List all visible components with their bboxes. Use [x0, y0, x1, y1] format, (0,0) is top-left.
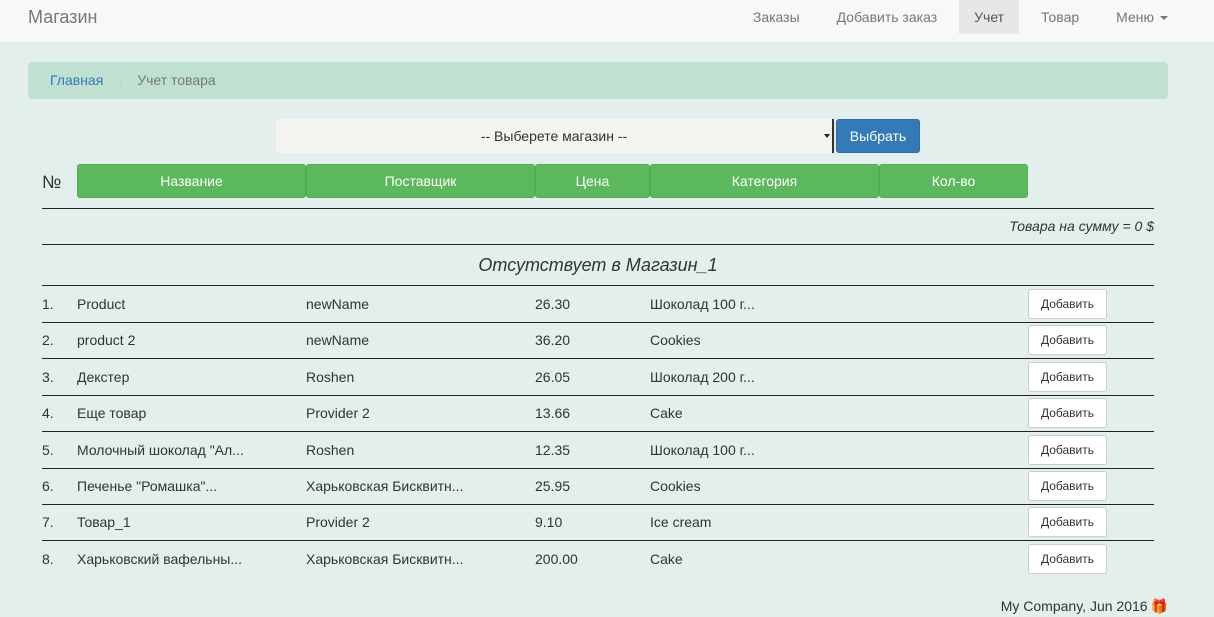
row-number: 3. — [42, 369, 54, 385]
product-category: Cake — [650, 405, 683, 421]
add-button[interactable]: Добавить — [1028, 435, 1107, 465]
footer-text: My Company, Jun 2016 — [1000, 598, 1148, 614]
header-category-button[interactable]: Категория — [650, 164, 879, 198]
total-sum: Товара на сумму = 0 $ — [1009, 218, 1154, 234]
add-button[interactable]: Добавить — [1028, 544, 1107, 574]
breadcrumb-home-link[interactable]: Главная — [50, 72, 103, 88]
store-title: Отсутствует в Магазин_1 — [478, 255, 718, 275]
product-name: Товар_1 — [77, 514, 131, 530]
product-price: 25.95 — [535, 478, 571, 494]
table-row: 4. Еще товар Provider 2 13.66 Cake Добавить — [42, 395, 1154, 432]
product-price: 36.20 — [535, 332, 571, 348]
table-row: 3. Декстер Roshen 26.05 Шоколад 200 г... Доба… — [42, 359, 1154, 396]
product-name: Еще товар — [77, 405, 147, 421]
product-category: Шоколад 200 г... — [650, 369, 755, 385]
product-name: Печенье "Ромашка"... — [77, 478, 218, 494]
header-quantity-button[interactable]: Кол-во — [879, 164, 1028, 198]
header-provider-button[interactable]: Поставщик — [306, 164, 535, 198]
product-category: Шоколад 100 г... — [650, 442, 755, 458]
nav-menu-label: Меню — [1116, 9, 1154, 25]
product-name: Декстер — [77, 369, 130, 385]
table-row: 7. Товар_1 Provider 2 9.10 Ice cream Добавить — [42, 504, 1154, 541]
product-price: 26.05 — [535, 369, 571, 385]
product-price: 12.35 — [535, 442, 571, 458]
nav-item-add-order[interactable]: Добавить заказ — [822, 0, 959, 34]
nav-item-accounting[interactable]: Учет — [959, 0, 1020, 34]
product-category: Cookies — [650, 332, 701, 348]
provider-name: Roshen — [306, 442, 355, 458]
nav-item-orders[interactable]: Заказы — [727, 0, 822, 34]
provider-name: Provider 2 — [306, 514, 370, 530]
add-button[interactable]: Добавить — [1028, 289, 1107, 319]
product-price: 26.30 — [535, 296, 571, 312]
product-price: 200.00 — [535, 551, 578, 567]
divider — [42, 208, 1154, 209]
divider — [42, 244, 1154, 245]
nav-menu: Заказы Добавить заказ Учет Товар Меню — [727, 0, 1214, 42]
nav-item-menu-dropdown[interactable]: Меню — [1101, 0, 1214, 34]
product-category: Cookies — [650, 478, 701, 494]
table-row: 2. product 2 newName 36.20 Cookies Добавить — [42, 322, 1154, 359]
store-select[interactable]: -- Выберете магазин -- — [276, 119, 834, 153]
add-button[interactable]: Добавить — [1028, 398, 1107, 428]
row-number: 6. — [42, 478, 54, 494]
store-select-value: -- Выберете магазин -- — [480, 128, 628, 144]
caret-down-icon — [1160, 16, 1168, 21]
gift-icon: 🎁 — [1150, 598, 1168, 614]
product-name: Молочный шоколад "Ал... — [77, 442, 244, 458]
header-price-button[interactable]: Цена — [535, 164, 650, 198]
row-number: 2. — [42, 332, 54, 348]
add-button[interactable]: Добавить — [1028, 362, 1107, 392]
table-row: 1. Product newName 26.30 Шоколад 100 г... Доб… — [42, 286, 1154, 323]
table-row: 6. Печенье "Ромашка"... Харьковская Бискви… — [42, 468, 1154, 505]
product-price: 9.10 — [535, 514, 563, 530]
product-category: Cake — [650, 551, 683, 567]
provider-name: Харьковская Бисквитн... — [306, 551, 464, 567]
provider-name: Roshen — [306, 369, 355, 385]
nav-item-goods[interactable]: Товар — [1019, 0, 1101, 34]
product-category: Шоколад 100 г... — [650, 296, 755, 312]
provider-name: Харьковская Бисквитн... — [306, 478, 464, 494]
provider-name: newName — [306, 332, 370, 348]
product-price: 13.66 — [535, 405, 571, 421]
breadcrumb: Главная / Учет товара — [28, 62, 1168, 99]
breadcrumb-current: Учет товара — [137, 72, 216, 88]
provider-name: Provider 2 — [306, 405, 370, 421]
row-number: 7. — [42, 514, 54, 530]
dropdown-arrow-icon — [824, 134, 830, 138]
row-number: 5. — [42, 442, 54, 458]
row-number: 8. — [42, 551, 54, 567]
choose-store-button[interactable]: Выбрать — [836, 119, 920, 153]
add-button[interactable]: Добавить — [1028, 471, 1107, 501]
add-button[interactable]: Добавить — [1028, 507, 1107, 537]
table-row: 5. Молочный шоколад "Ал... Roshen 12.35 Шоко… — [42, 432, 1154, 469]
row-number: 1. — [42, 296, 54, 312]
product-name: Product — [77, 296, 126, 312]
product-name: Харьковский вафельны... — [77, 551, 243, 567]
table-row: 8. Харьковский вафельны... Харьковская Бис… — [42, 541, 1154, 577]
product-category: Ice cream — [650, 514, 712, 530]
product-name: product 2 — [77, 332, 136, 348]
add-button[interactable]: Добавить — [1028, 325, 1107, 355]
provider-name: newName — [306, 296, 370, 312]
number-column-header: № — [42, 172, 62, 192]
breadcrumb-separator: / — [119, 72, 124, 88]
header-name-button[interactable]: Название — [77, 164, 306, 198]
row-number: 4. — [42, 405, 54, 421]
navbar: Магазин Заказы Добавить заказ Учет Товар… — [0, 0, 1214, 43]
footer: My Company, Jun 2016 🎁 — [1001, 598, 1168, 615]
brand-logo[interactable]: Магазин — [28, 0, 97, 34]
